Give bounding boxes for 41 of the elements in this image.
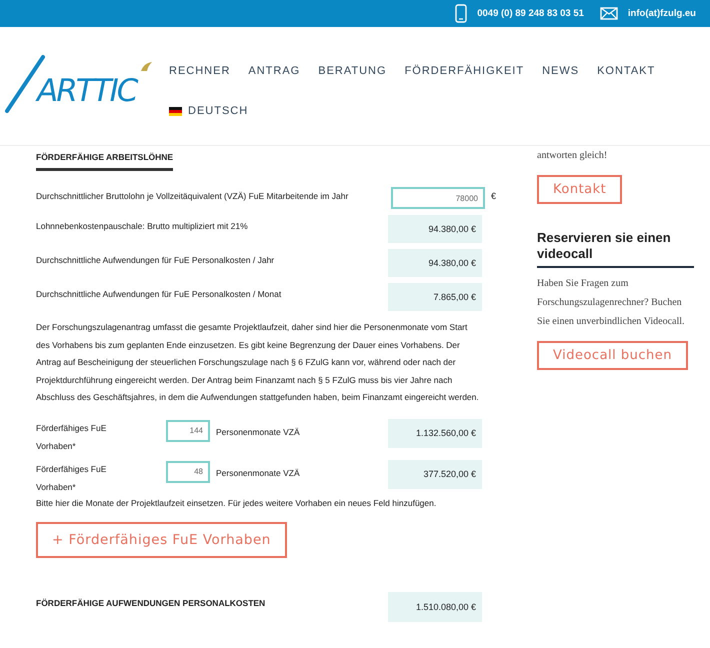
unit-label: Personenmonate VZÄ [216,466,300,478]
nav-link[interactable]: NEWS [542,65,580,77]
total-value: 1.510.080,00 € [388,592,482,622]
hint-text: Bitte hier die Monate der Projektlaufzeit einsetzen. Für jedes weitere Vorhaben ein neues Feld hinzufügen. [36,498,438,508]
currency-label: € [490,190,496,201]
sidebar-text: Haben Sie Fragen zum Forschungszulagenrechner? Buchen Sie einen unverbindlichen Videocall. [537,277,686,329]
flag-icon [169,106,182,116]
add-project-button[interactable]: + Förderfähiges FuE Vorhaben [36,522,287,558]
input-field[interactable]: 144 [166,420,210,442]
sidebar-heading: Reservieren sie einen videocall [537,230,694,268]
result-value: 94.380,00 € [388,215,482,243]
field-label: Durchschnittliche Aufwendungen für FuE Personalkosten / Jahr [36,254,276,267]
unit-label: Personenmonate VZÄ [216,426,300,437]
result-value: 94.380,00 € [388,249,482,277]
phone-number[interactable]: 0049 (0) 89 248 83 03 51 [477,8,584,19]
field-label: Durchschnittlicher Bruttolohn je Vollzeitäquivalent (VZÄ) FuE Mitarbeitende im Jahr [36,190,350,203]
nav-link[interactable]: RECHNER [169,65,230,77]
sidebar-text: antworten gleich! [537,149,608,163]
total-label: FÖRDERFÄHIGE AUFWENDUNGEN PERSONALKOSTEN [36,596,266,608]
mail-icon [600,7,618,20]
nav-link[interactable]: BERATUNG [318,65,387,77]
input-field[interactable]: 78000 [390,187,485,209]
videocall-button[interactable]: Videocall buchen [537,341,688,370]
language-link[interactable]: DEUTSCH [188,105,248,117]
field-label: Durchschnittliche Aufwendungen für FuE Personalkosten / Monat [36,288,282,301]
email-link[interactable]: info(at)fzulg.eu [628,8,696,19]
result-value: 1.132.560,00 € [388,418,482,448]
contact-button[interactable]: Kontakt [537,175,622,204]
result-value: 7.865,00 € [388,283,482,311]
field-label: Lohnnebenkostenpauschale: Brutto multipliziert mit 21% [36,220,249,233]
input-field[interactable]: 48 [166,460,210,483]
info-paragraph: Der Forschungszulagenantrag umfasst die gesamte Projektlaufzeit, daher sind hier die Personenmonate vom Start des Vorhabens bis zum geplanten Ende einzusetzen. Es gibt keine Begrenzung der Dauer eines Vorhabens. Der Antrag auf Bescheinigung der steuerlichen Forschungszulage nach § 6 FZulG kann vor, während oder nach der Projektdurchführung eingereicht werden. Der Antrag beim Finanzamt nach § 5 FZulG muss bis vier Jahre nach Abschluss des Geschäftsjahres, in dem die Aufwendungen stattgefunden haben, beim Finanzamt eingereicht werden. [36,321,480,404]
section-title: FÖRDERFÄHIGE ARBEITSLÖHNE [36,152,174,171]
nav-link[interactable]: FÖRDERFÄHIGKEIT [404,65,524,77]
field-label: Förderfähiges FuE Vorhaben* [36,462,108,494]
phone-icon [455,4,468,23]
field-label: Förderfähiges FuE Vorhaben* [36,422,108,453]
nav-link[interactable]: ANTRAG [248,65,300,77]
logo[interactable]: ARTTIC [5,49,155,119]
nav-link[interactable]: KONTAKT [597,65,656,77]
result-value: 377.520,00 € [388,460,482,489]
